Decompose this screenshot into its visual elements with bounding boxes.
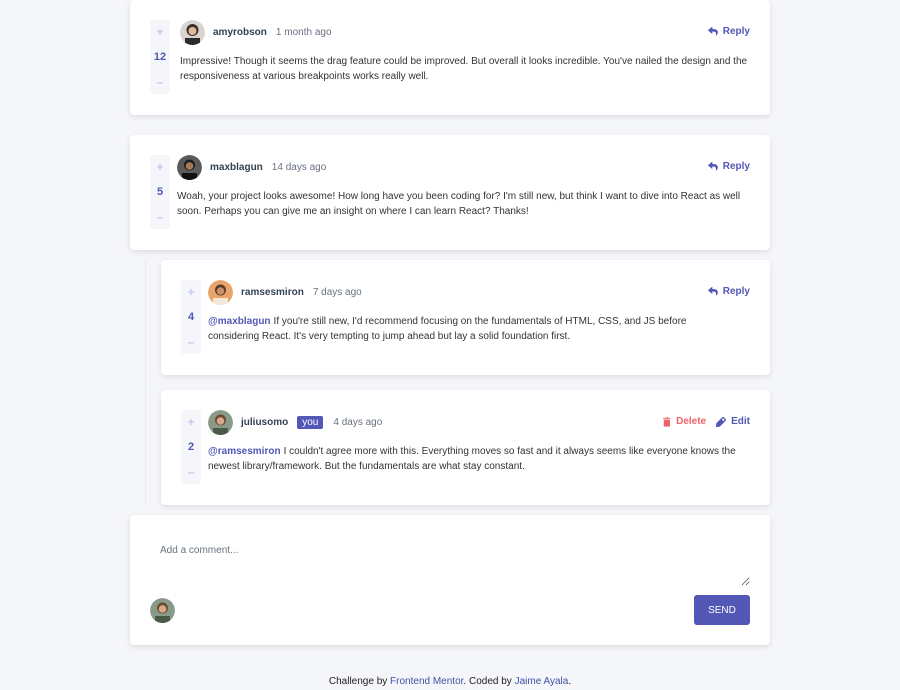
comment-body: Woah, your project looks awesome! How lo… (177, 189, 752, 219)
attribution-prefix: Challenge by (328, 676, 388, 687)
comment-card: + 12 – amyrobson 1 month ago Reply Impre… (130, 0, 770, 115)
comment-text: If you're still new, I'd recommend focus… (208, 316, 687, 342)
upvote-button[interactable]: + (187, 286, 194, 298)
reply-card: + 2 – juliusomo you 4 days ago Delete Ed… (161, 390, 770, 505)
comment-text: I couldn't agree more with this. Everyth… (208, 446, 736, 472)
downvote-button[interactable]: – (188, 336, 195, 348)
upvote-button[interactable]: + (156, 26, 163, 38)
vote-control: + 12 – (150, 20, 170, 94)
reply-label: Reply (722, 161, 750, 172)
comment-input[interactable] (150, 530, 750, 586)
comment-header: ramsesmiron 7 days ago (208, 280, 362, 305)
downvote-button[interactable]: – (157, 211, 164, 223)
reply-icon (707, 27, 718, 36)
comment-card: + 5 – maxblagun 14 days ago Reply Woah, … (130, 135, 770, 250)
vote-count: 12 (153, 51, 167, 63)
timestamp: 1 month ago (275, 27, 332, 38)
reply-icon (707, 162, 718, 171)
reply-thread-line (145, 260, 146, 504)
edit-button[interactable]: Edit (716, 416, 750, 427)
comment-body: Impressive! Though it seems the drag fea… (180, 54, 750, 84)
reply-icon (707, 287, 718, 296)
pencil-icon (716, 416, 727, 427)
comment-actions: Delete Edit (663, 416, 750, 427)
upvote-button[interactable]: + (156, 161, 163, 173)
comment-header: juliusomo you 4 days ago (208, 410, 382, 435)
comment-text: Impressive! Though it seems the drag fea… (180, 56, 748, 82)
vote-count: 4 (187, 311, 195, 323)
reply-label: Reply (722, 286, 750, 297)
mention-link[interactable]: @maxblagun (208, 316, 271, 327)
comment-body: @maxblagun If you're still new, I'd recom… (208, 314, 728, 344)
edit-label: Edit (731, 416, 750, 427)
reply-button[interactable]: Reply (707, 161, 750, 172)
vote-count: 2 (187, 441, 195, 453)
attribution-suffix: . (568, 676, 572, 687)
comment-actions: Reply (707, 161, 750, 172)
trash-icon (663, 416, 671, 427)
timestamp: 14 days ago (271, 162, 327, 173)
comment-actions: Reply (707, 286, 750, 297)
reply-button[interactable]: Reply (707, 26, 750, 37)
timestamp: 7 days ago (312, 287, 362, 298)
comment-actions: Reply (707, 26, 750, 37)
downvote-button[interactable]: – (188, 466, 195, 478)
mention-link[interactable]: @ramsesmiron (208, 446, 281, 457)
vote-count: 5 (156, 186, 164, 198)
delete-label: Delete (676, 416, 707, 427)
comment-header: maxblagun 14 days ago (177, 155, 326, 180)
username[interactable]: ramsesmiron (241, 287, 304, 298)
send-button[interactable]: SEND (694, 595, 750, 625)
avatar (177, 155, 202, 180)
comment-body: @ramsesmiron I couldn't agree more with t… (208, 444, 753, 474)
vote-control: + 5 – (150, 155, 170, 229)
reply-label: Reply (722, 26, 750, 37)
vote-control: + 4 – (181, 280, 201, 354)
username[interactable]: juliusomo (241, 417, 288, 428)
attribution-middle: . Coded by (463, 676, 512, 687)
timestamp: 4 days ago (333, 417, 383, 428)
current-user-avatar (150, 598, 175, 623)
username[interactable]: maxblagun (210, 162, 263, 173)
upvote-button[interactable]: + (187, 416, 194, 428)
reply-card: + 4 – ramsesmiron 7 days ago Reply @maxb… (161, 260, 770, 375)
reply-button[interactable]: Reply (707, 286, 750, 297)
you-badge: you (297, 416, 324, 429)
vote-control: + 2 – (181, 410, 201, 484)
username[interactable]: amyrobson (213, 27, 267, 38)
downvote-button[interactable]: – (157, 76, 164, 88)
avatar (208, 410, 233, 435)
attribution: Challenge by Frontend Mentor. Coded by J… (0, 676, 900, 687)
comment-text: Woah, your project looks awesome! How lo… (177, 191, 741, 217)
author-link[interactable]: Jaime Ayala (515, 676, 569, 687)
avatar (208, 280, 233, 305)
delete-button[interactable]: Delete (663, 416, 706, 427)
avatar (180, 20, 205, 45)
comment-header: amyrobson 1 month ago (180, 20, 332, 45)
comment-composer: SEND (130, 515, 770, 645)
frontend-mentor-link[interactable]: Frontend Mentor (390, 676, 463, 687)
